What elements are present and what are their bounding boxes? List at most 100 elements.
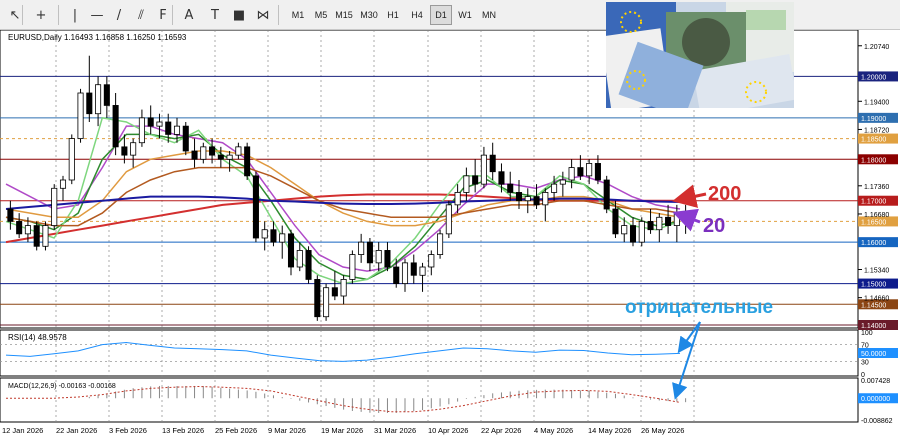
candle-body [445,204,452,235]
macd-tick-label: 0.007428 [861,378,890,385]
candle-body [507,183,514,193]
candle-body [147,117,154,127]
candle-body [103,84,110,106]
euro-banknotes-photo [606,2,794,108]
crosshair-icon[interactable]: + [30,4,52,26]
candle-body [577,167,584,177]
symbol-header: EURUSD,Daily 1.16493 1.16858 1.16250 1.1… [8,33,187,42]
candle-body [524,196,531,202]
candle-body [603,179,610,210]
candle-body [586,163,593,177]
candle-body [331,287,338,297]
x-tick-label: 12 Jan 2026 [2,426,43,435]
candle-body [51,187,58,226]
candle-body [24,225,31,235]
annotation-20: 20 [703,215,725,237]
candle-body [270,229,277,243]
x-tick-label: 31 Mar 2026 [374,426,416,435]
candle-body [33,225,40,247]
x-tick-label: 22 Apr 2026 [481,426,521,435]
x-tick-label: 25 Feb 2026 [215,426,257,435]
timeframe-w1[interactable]: W1 [454,5,476,25]
vertical-line-icon[interactable]: | [64,4,86,26]
timeframe-m5[interactable]: M5 [310,5,332,25]
timeframe-h4[interactable]: H4 [406,5,428,25]
trendline-icon[interactable]: / [108,4,130,26]
candle-body [244,146,251,177]
candle-body [393,266,400,284]
x-tick-label: 3 Feb 2026 [109,426,147,435]
candle-body [612,208,619,235]
fibonacci-icon[interactable]: F [152,4,174,26]
candle-body [454,192,461,206]
candle-body [410,262,417,276]
candle-body [235,146,242,156]
candle-body [647,221,654,231]
price-label: 1.14000 [861,323,886,330]
x-tick-label: 10 Apr 2026 [428,426,468,435]
candle-body [16,221,23,235]
candle-body [217,154,224,160]
candle-body [594,163,601,181]
candle-body [472,175,479,185]
candle-body [419,266,426,276]
candle-body [323,287,330,318]
timeframe-m15[interactable]: M15 [333,5,355,25]
timeframe-m30[interactable]: M30 [358,5,380,25]
candle-body [182,125,189,152]
rsi-tick-label: 100 [861,330,873,337]
price-tick-label: 1.20740 [864,44,889,51]
candle-body [314,279,321,318]
price-label: 1.18500 [861,137,886,144]
price-label: 1.15000 [861,282,886,289]
label-icon[interactable]: T [204,4,226,26]
text-icon[interactable]: A [178,4,200,26]
price-tick-label: 1.17360 [864,184,889,191]
candle-body [7,208,14,222]
candle-body [375,250,382,264]
annotation-negative: отрицательные [625,297,773,318]
timeframe-m1[interactable]: M1 [287,5,309,25]
x-tick-label: 9 Mar 2026 [268,426,306,435]
timeframe-mn[interactable]: MN [478,5,500,25]
candle-body [191,150,198,160]
candle-body [559,179,566,185]
price-label: 1.16000 [861,240,886,247]
candle-body [200,146,207,160]
annotation-200: 200 [708,183,741,205]
candle-body [340,279,347,297]
shapes-icon[interactable]: ⋈ [252,4,274,26]
rectangle-icon[interactable]: ■ [228,4,250,26]
rsi-tick-label: 30 [861,359,869,366]
candle-body [95,84,102,115]
timeframe-d1[interactable]: D1 [430,5,452,25]
candle-body [480,154,487,185]
macd-label: MACD(12,26,9) -0.00163 -0.00168 [8,383,116,390]
channel-icon[interactable]: ⫽ [130,4,152,26]
candle-body [358,241,365,255]
candle-body [130,142,137,156]
candle-body [68,138,75,181]
candle-body [533,196,540,206]
x-tick-label: 13 Feb 2026 [162,426,204,435]
timeframe-h1[interactable]: H1 [382,5,404,25]
macd-current-label: 0.000000 [861,396,890,403]
candle-body [252,175,259,239]
price-label: 1.20000 [861,74,886,81]
candle-body [542,192,549,206]
candle-body [665,216,672,226]
candle-body [86,92,93,115]
candle-body [498,171,505,185]
candle-body [401,262,409,284]
candle-body [656,216,663,231]
candle-body [437,233,444,255]
candle-body [428,254,435,268]
horizontal-line-icon[interactable]: — [86,4,108,26]
candle-body [173,125,181,135]
price-tick-label: 1.14660 [864,296,889,303]
candle-body [366,241,373,264]
price-label: 1.18000 [861,157,886,164]
macd-tick-label: -0.008862 [861,418,893,425]
candle-body [489,154,496,173]
x-tick-label: 22 Jan 2026 [56,426,97,435]
